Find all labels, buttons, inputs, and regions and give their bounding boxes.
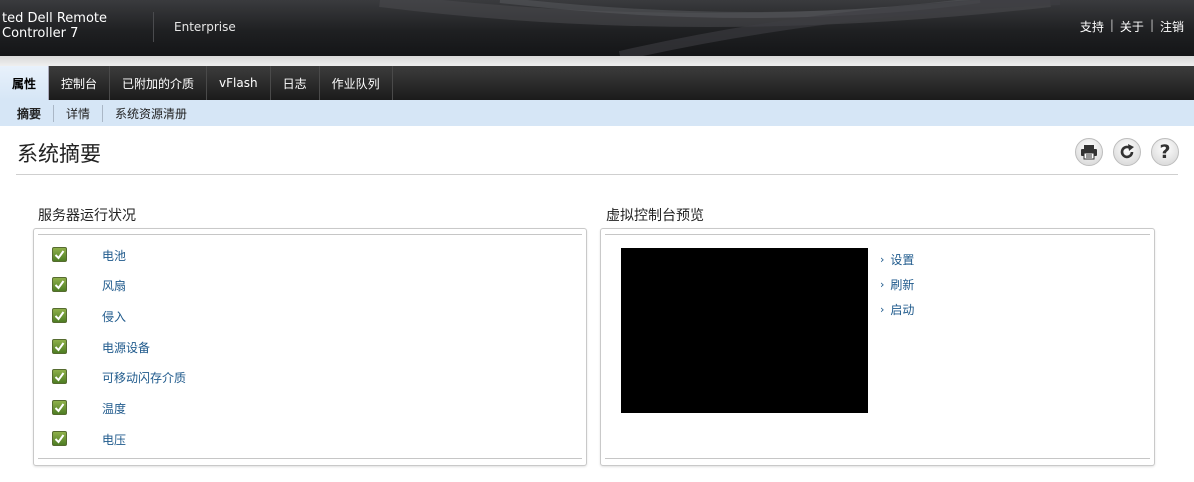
status-ok-icon xyxy=(52,307,67,323)
help-icon: ? xyxy=(1159,141,1171,163)
health-status-intrusion xyxy=(52,306,67,324)
console-preview-panel: › 设置 › 刷新 › 启动 xyxy=(600,228,1155,466)
product-name-line2: Controller 7 xyxy=(2,26,79,41)
title-divider xyxy=(16,174,1178,175)
health-status-power-supplies xyxy=(52,337,67,355)
main-tabs: 属性 控制台 已附加的介质 vFlash 日志 作业队列 xyxy=(0,66,1194,100)
tab-vflash[interactable]: vFlash xyxy=(207,66,271,100)
edition-label: Enterprise xyxy=(174,20,236,34)
health-section-title: 服务器运行状况 xyxy=(38,208,136,224)
product-name-line1: ted Dell Remote xyxy=(2,11,108,26)
panel-top-rule xyxy=(605,234,1150,235)
sub-tabs: 摘要 详情 系统资源清册 xyxy=(0,100,1194,126)
health-link-voltages[interactable]: 电压 xyxy=(102,431,126,448)
status-ok-icon xyxy=(52,399,67,415)
header-links: 支持 | 关于 | 注销 xyxy=(1080,18,1184,35)
print-icon xyxy=(1081,145,1097,160)
link-separator: | xyxy=(1109,18,1114,32)
console-launch-label: 启动 xyxy=(890,303,915,317)
header-strip xyxy=(0,56,1194,66)
status-ok-icon xyxy=(52,368,67,384)
tab-properties[interactable]: 属性 xyxy=(0,66,50,100)
panel-bottom-rule xyxy=(605,458,1150,459)
status-ok-icon xyxy=(52,430,67,446)
health-status-flash-media xyxy=(52,367,67,385)
health-link-power-supplies[interactable]: 电源设备 xyxy=(102,339,150,356)
logout-link[interactable]: 注销 xyxy=(1160,18,1184,35)
tab-logs[interactable]: 日志 xyxy=(271,66,320,100)
about-link[interactable]: 关于 xyxy=(1120,18,1144,35)
health-link-battery[interactable]: 电池 xyxy=(102,247,126,264)
help-button[interactable]: ? xyxy=(1151,138,1179,166)
health-status-voltages xyxy=(52,429,67,447)
panel-bottom-rule xyxy=(38,458,582,459)
support-link[interactable]: 支持 xyxy=(1080,18,1104,35)
health-link-fans[interactable]: 风扇 xyxy=(102,277,126,294)
top-banner: ted Dell Remote Controller 7 Enterprise … xyxy=(0,0,1194,56)
subtab-inventory[interactable]: 系统资源清册 xyxy=(102,104,199,122)
chevron-right-icon: › xyxy=(880,278,885,291)
status-ok-icon xyxy=(52,338,67,354)
chevron-right-icon: › xyxy=(880,253,885,266)
brand-divider xyxy=(153,12,154,42)
tab-console[interactable]: 控制台 xyxy=(49,66,111,100)
health-link-flash-media[interactable]: 可移动闪存介质 xyxy=(102,369,186,386)
health-link-temperatures[interactable]: 温度 xyxy=(102,400,126,417)
console-settings-link[interactable]: › 设置 xyxy=(880,251,914,268)
health-panel: 电池 风扇 侵入 电源设备 可移动闪存介质 温度 电压 xyxy=(33,228,587,466)
console-section-title: 虚拟控制台预览 xyxy=(606,208,704,224)
chevron-right-icon: › xyxy=(880,303,885,316)
console-preview-screen[interactable] xyxy=(621,248,868,413)
status-ok-icon xyxy=(52,276,67,292)
console-launch-link[interactable]: › 启动 xyxy=(880,301,914,318)
refresh-icon xyxy=(1120,144,1134,159)
health-status-battery xyxy=(52,245,67,263)
health-link-intrusion[interactable]: 侵入 xyxy=(102,308,126,325)
status-ok-icon xyxy=(52,246,67,262)
tab-attached-media[interactable]: 已附加的介质 xyxy=(110,66,208,100)
console-settings-label: 设置 xyxy=(890,253,915,267)
health-status-fans xyxy=(52,275,67,293)
console-refresh-link[interactable]: › 刷新 xyxy=(880,276,914,293)
panel-top-rule xyxy=(38,234,582,235)
subtab-details[interactable]: 详情 xyxy=(53,104,102,122)
link-separator: | xyxy=(1149,18,1154,32)
product-name: ted Dell Remote Controller 7 xyxy=(2,11,107,41)
refresh-button[interactable] xyxy=(1113,138,1141,166)
tab-job-queue[interactable]: 作业队列 xyxy=(320,66,393,100)
console-refresh-label: 刷新 xyxy=(890,278,915,292)
page-title: 系统摘要 xyxy=(17,142,101,166)
health-status-temperatures xyxy=(52,398,67,416)
print-button[interactable] xyxy=(1075,138,1103,166)
subtab-summary[interactable]: 摘要 xyxy=(17,105,53,122)
